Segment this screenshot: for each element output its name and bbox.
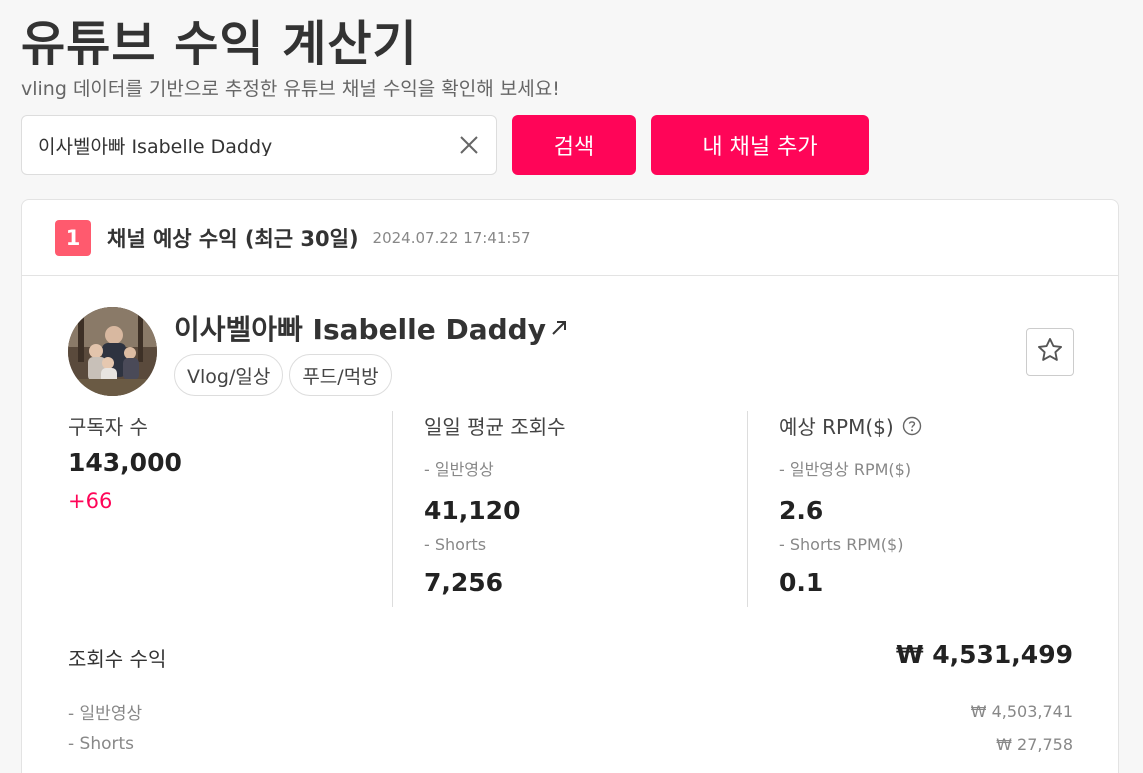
daily-views-normal-label: - 일반영상	[424, 460, 494, 479]
daily-views-stat: 일일 평균 조회수 - 일반영상 41,120 - Shorts 7,256	[424, 411, 566, 597]
tag-food[interactable]: 푸드/먹방	[289, 354, 392, 396]
search-input[interactable]	[38, 134, 458, 156]
subscribers-change: +66	[68, 489, 113, 513]
channel-tags: Vlog/일상 푸드/먹방	[174, 354, 392, 396]
star-icon	[1036, 336, 1064, 368]
card-header: 1 채널 예상 수익 (최근 30일) 2024.07.22 17:41:57	[22, 200, 1118, 276]
close-icon[interactable]	[458, 134, 480, 156]
revenue-card: 1 채널 예상 수익 (최근 30일) 2024.07.22 17:41:57	[21, 199, 1119, 773]
divider	[747, 411, 748, 607]
subscribers-stat: 구독자 수 143,000 +66	[68, 411, 182, 513]
revenue-shorts-value: ₩ 27,758	[996, 735, 1073, 754]
favorite-button[interactable]	[1026, 328, 1074, 376]
daily-views-shorts-label: - Shorts	[424, 535, 487, 554]
channel-name: 이사벨아빠 Isabelle Daddy	[174, 313, 546, 346]
rpm-label-row: 예상 RPM($)	[779, 411, 922, 440]
search-button[interactable]: 검색	[512, 115, 636, 175]
revenue-normal-label: - 일반영상	[68, 704, 143, 724]
page-title: 유튜브 수익 계산기	[21, 16, 418, 72]
external-link-icon	[550, 319, 568, 337]
rpm-stat: 예상 RPM($) - 일반영상 RPM($) 2.6 - Shorts RPM…	[779, 411, 922, 597]
rpm-shorts-value: 0.1	[779, 568, 824, 597]
page-subtitle: vling 데이터를 기반으로 추정한 유튜브 채널 수익을 확인해 보세요!	[21, 78, 560, 100]
rpm-normal-value: 2.6	[779, 496, 824, 525]
revenue-shorts-label: - Shorts	[68, 734, 135, 754]
card-date: 2024.07.22 17:41:57	[372, 228, 531, 247]
subscribers-label: 구독자 수	[68, 415, 148, 439]
daily-views-label: 일일 평균 조회수	[424, 415, 566, 439]
subscribers-value: 143,000	[68, 448, 182, 477]
revenue-total: ₩ 4,531,499	[895, 640, 1073, 669]
rpm-normal-label: - 일반영상 RPM($)	[779, 460, 912, 479]
channel-name-link[interactable]: 이사벨아빠 Isabelle Daddy	[174, 308, 568, 348]
divider	[392, 411, 393, 607]
add-channel-button[interactable]: 내 채널 추가	[651, 115, 869, 175]
help-icon[interactable]	[902, 416, 922, 436]
tag-vlog[interactable]: Vlog/일상	[174, 354, 284, 396]
step-badge: 1	[55, 219, 91, 256]
daily-views-normal-value: 41,120	[424, 496, 521, 525]
rpm-label: 예상 RPM($)	[779, 415, 894, 439]
rpm-shorts-label: - Shorts RPM($)	[779, 535, 904, 554]
channel-avatar	[68, 307, 157, 396]
revenue-label: 조회수 수익	[68, 647, 167, 671]
revenue-normal-value: ₩ 4,503,741	[970, 702, 1073, 721]
search-box	[21, 115, 497, 175]
card-title: 채널 예상 수익 (최근 30일)	[107, 226, 359, 251]
page: 유튜브 수익 계산기 vling 데이터를 기반으로 추정한 유튜브 채널 수익…	[0, 0, 1143, 773]
daily-views-shorts-value: 7,256	[424, 568, 504, 597]
